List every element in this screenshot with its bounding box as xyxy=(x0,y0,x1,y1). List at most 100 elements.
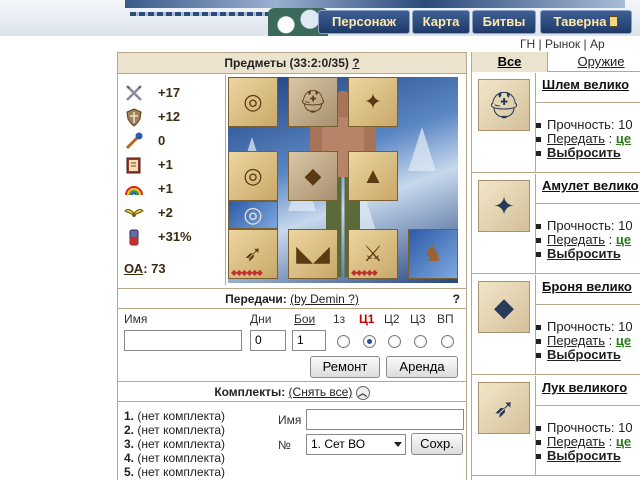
slot-ring-1[interactable]: ◎ xyxy=(228,77,278,127)
slot-pet[interactable]: ♞ xyxy=(408,229,458,279)
c2-label: Ц2 xyxy=(384,312,400,326)
nav-tab-battles[interactable]: Битвы xyxy=(472,10,536,34)
vp-label: ВП xyxy=(437,312,454,326)
nav-tab-tavern[interactable]: Таверна xyxy=(540,10,632,34)
book-icon xyxy=(126,157,141,174)
drop-link[interactable]: Выбросить xyxy=(547,246,621,261)
save-set-button[interactable]: Сохр. xyxy=(411,433,463,455)
oa-link[interactable]: ОА xyxy=(124,261,143,276)
item-thumb[interactable]: ✦ xyxy=(478,180,530,232)
price-link[interactable]: це xyxy=(616,232,631,247)
transfer-link[interactable]: Передать xyxy=(547,434,605,449)
name-label: Имя xyxy=(124,312,148,326)
character-doll: ◎ ⛑ ✦ ◎ ◆ ▲ ◎ ➶ ◆◆◆◆◆◆ ◣◢ ⚔ ◆◆◆◆◆ ♞ xyxy=(228,77,458,283)
sword-icon xyxy=(126,85,142,101)
slot-boots[interactable]: ◣◢ xyxy=(288,229,338,279)
price-link[interactable]: це xyxy=(616,131,631,146)
collapse-icon[interactable]: ︿ xyxy=(355,385,370,400)
set-item[interactable]: 1. (нет комплекта) xyxy=(124,409,225,423)
item-thumb[interactable]: ➶ xyxy=(478,382,530,434)
armor-icon: ◆ xyxy=(304,163,322,188)
type-radio-c2[interactable] xyxy=(388,335,401,348)
rent-button[interactable]: Аренда xyxy=(386,356,458,378)
link-more[interactable]: Ар xyxy=(590,37,605,51)
slot-amulet[interactable]: ✦ xyxy=(348,77,398,127)
repair-button[interactable]: Ремонт xyxy=(310,356,380,378)
item-transfer-row: Передать : це xyxy=(547,434,632,449)
price-link[interactable]: це xyxy=(616,333,631,348)
item-durability: Прочность: 10 xyxy=(547,319,633,334)
drop-link[interactable]: Выбросить xyxy=(547,145,621,160)
stat-row: +1 xyxy=(124,177,224,201)
inventory-item: ⛑ Шлем велико Прочность: 10 Передать : ц… xyxy=(472,73,640,173)
items-help-link[interactable]: ? xyxy=(352,56,359,70)
header: Персонаж Карта Битвы Таверна xyxy=(0,0,640,36)
character-panel: Предметы (33:2:0/35) ? +17 +12 0 +1 +1 +… xyxy=(117,52,467,480)
item-transfer-row: Передать : це xyxy=(547,232,632,247)
ring-icon: ◎ xyxy=(243,202,263,227)
price-link[interactable]: це xyxy=(616,434,631,449)
item-title[interactable]: Броня велико xyxy=(542,279,632,294)
link-gn[interactable]: ГН xyxy=(520,37,535,51)
transfers-section: Передачи: (by Demin ?) ? Имя Дни Бои 1з … xyxy=(118,288,466,380)
recipient-name-input[interactable] xyxy=(124,330,242,351)
stat-row: +17 xyxy=(124,81,224,105)
deer-icon: ♞ xyxy=(423,241,443,266)
item-thumb[interactable]: ◆ xyxy=(478,281,530,333)
items-section-header: Предметы (33:2:0/35) ? xyxy=(118,53,466,74)
slot-ring-3[interactable]: ◎ xyxy=(228,201,278,229)
set-item[interactable]: 4. (нет комплекта) xyxy=(124,451,225,465)
slot-helmet[interactable]: ⛑ xyxy=(288,77,338,127)
type-radio-c1[interactable] xyxy=(363,335,376,348)
item-title[interactable]: Амулет велико xyxy=(542,178,639,193)
bow-icon: ➶ xyxy=(493,392,515,423)
slot-armor[interactable]: ◆ xyxy=(288,151,338,201)
item-title[interactable]: Шлем велико xyxy=(542,77,629,92)
remove-all-link[interactable]: (Снять все) xyxy=(289,385,353,399)
slot-sword[interactable]: ⚔ ◆◆◆◆◆ xyxy=(348,229,398,279)
slot-cloak[interactable]: ▲ xyxy=(348,151,398,201)
nav-tab-map[interactable]: Карта xyxy=(412,10,470,34)
link-market[interactable]: Рынок xyxy=(545,37,580,51)
slot-ring-2[interactable]: ◎ xyxy=(228,151,278,201)
shield-icon xyxy=(126,108,142,127)
stat-row: +1 xyxy=(124,153,224,177)
transfer-link[interactable]: Передать xyxy=(547,131,605,146)
slot-bow[interactable]: ➶ ◆◆◆◆◆◆ xyxy=(228,229,278,279)
item-thumb[interactable]: ⛑ xyxy=(478,79,530,131)
type-radio-vp[interactable] xyxy=(441,335,454,348)
battles-label[interactable]: Бои xyxy=(294,312,315,326)
tab-weapon[interactable]: Оружие xyxy=(554,52,640,72)
sets-header: Комплекты: (Снять все) ︿ xyxy=(118,381,466,402)
inventory-panel: Все Оружие ⛑ Шлем велико Прочность: 10 П… xyxy=(471,52,640,480)
transfers-help[interactable]: ? xyxy=(453,289,460,310)
cloak-icon: ▲ xyxy=(362,163,384,188)
transfers-header: Передачи: (by Demin ?) ? xyxy=(118,288,466,309)
set-item[interactable]: 2. (нет комплекта) xyxy=(124,423,225,437)
oa-value: ОА: 73 xyxy=(124,261,166,276)
transfers-by-link[interactable]: (by Demin ?) xyxy=(290,292,359,306)
nav-tab-character[interactable]: Персонаж xyxy=(318,10,410,34)
type-radio-1z[interactable] xyxy=(337,335,350,348)
days-input[interactable]: 0 xyxy=(250,330,286,351)
transfer-link[interactable]: Передать xyxy=(547,232,605,247)
wand-icon xyxy=(125,132,143,150)
set-name-label: Имя xyxy=(278,413,302,427)
set-item[interactable]: 5. (нет комплекта) xyxy=(124,465,225,479)
item-title[interactable]: Лук великого xyxy=(542,380,627,395)
drop-link[interactable]: Выбросить xyxy=(547,448,621,463)
inventory-item: ➶ Лук великого Прочность: 10 Передать : … xyxy=(472,376,640,476)
ring-icon: ◎ xyxy=(243,163,263,188)
sets-section: Комплекты: (Снять все) ︿ 1. (нет комплек… xyxy=(118,381,466,480)
drop-link[interactable]: Выбросить xyxy=(547,347,621,362)
tab-all[interactable]: Все xyxy=(472,52,548,72)
item-durability: Прочность: 10 xyxy=(547,117,633,132)
set-name-input[interactable] xyxy=(306,409,464,430)
header-decoration xyxy=(125,0,625,8)
battles-input[interactable]: 1 xyxy=(292,330,326,351)
inventory-item: ✦ Амулет велико Прочность: 10 Передать :… xyxy=(472,174,640,274)
set-select[interactable]: 1. Сет ВО xyxy=(306,434,406,455)
type-radio-c3[interactable] xyxy=(414,335,427,348)
set-item[interactable]: 3. (нет комплекта) xyxy=(124,437,225,451)
transfer-link[interactable]: Передать xyxy=(547,333,605,348)
